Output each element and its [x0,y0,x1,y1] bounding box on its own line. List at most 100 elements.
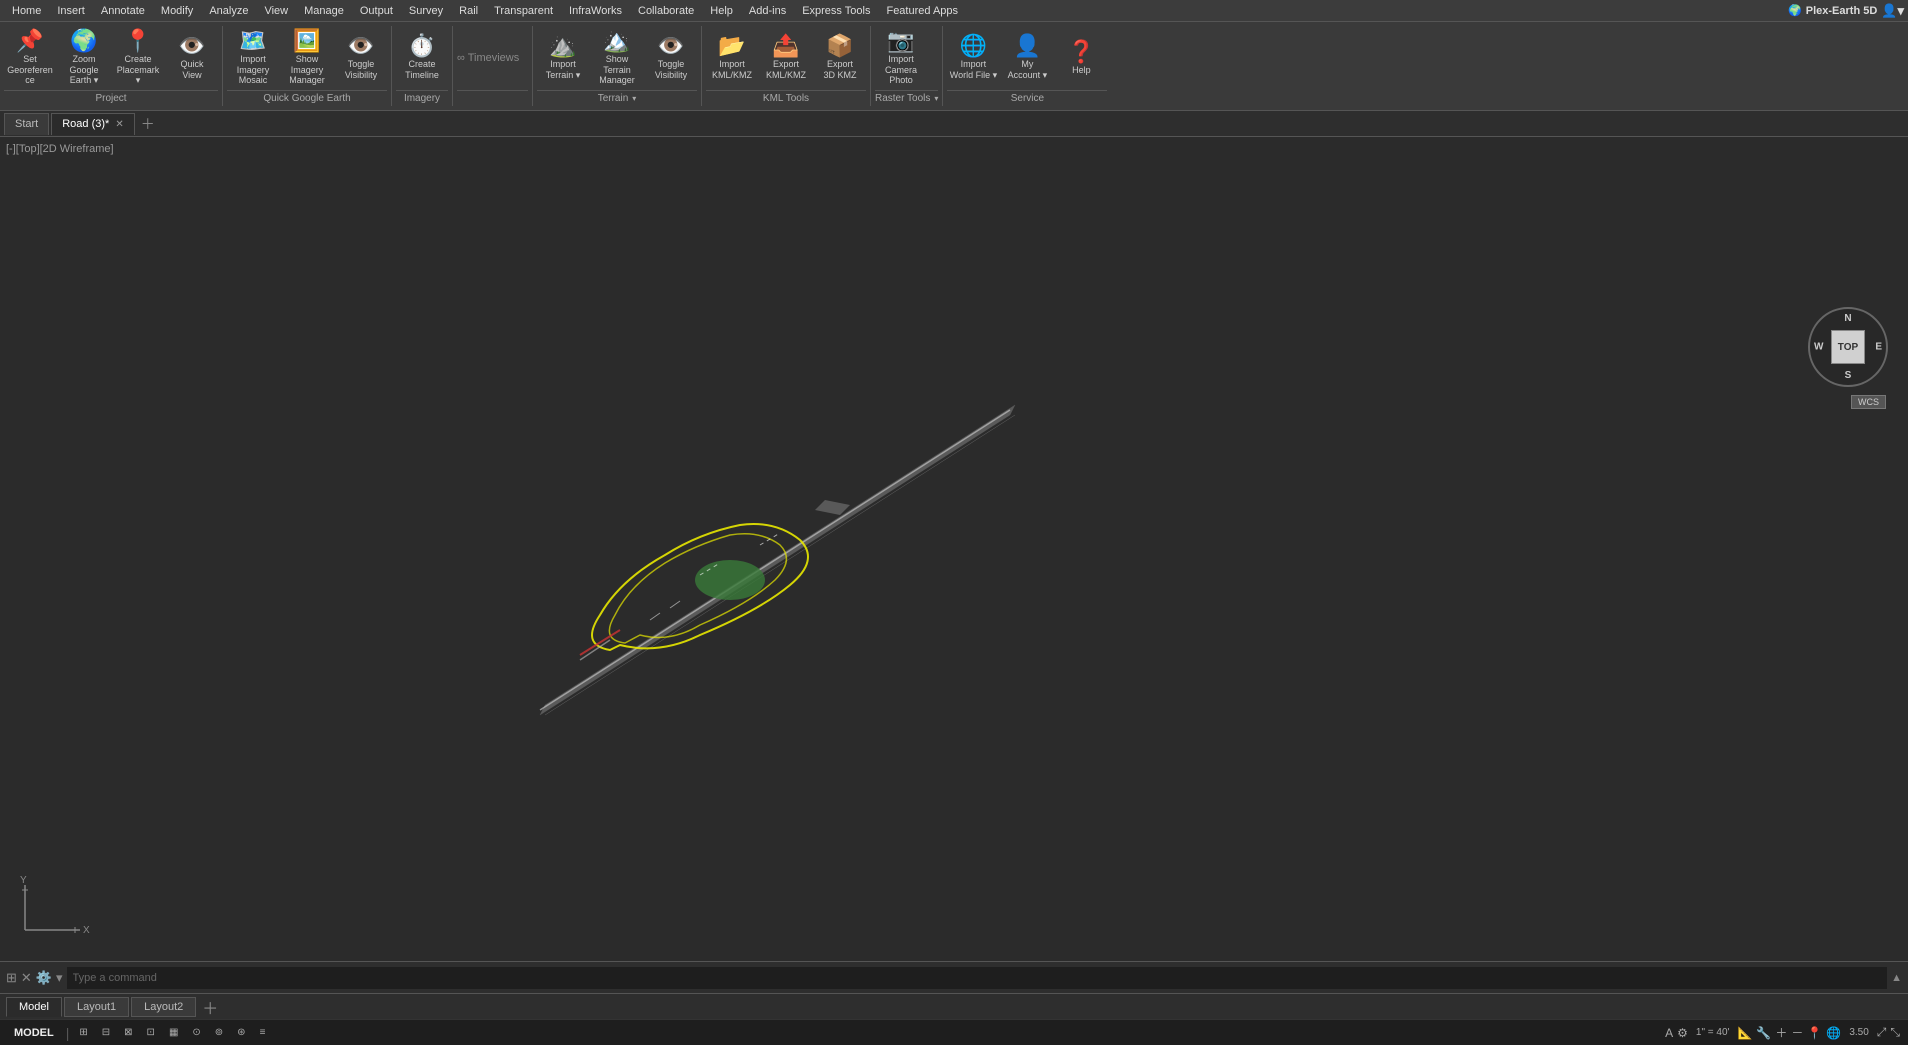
doc-tab-road3[interactable]: Road (3)* ✕ [51,113,134,135]
ribbon-group-project: 📌 SetGeoreference 🌍 ZoomGoogle Earth ▾ 📍… [0,26,223,106]
cmd-close-icon[interactable]: ✕ [21,970,32,986]
zoom-google-earth-icon: 🌍 [70,30,97,52]
menu-collaborate[interactable]: Collaborate [630,3,702,19]
status-osnap-btn[interactable]: ▦ [165,1027,182,1038]
terrain-text: Terrain [598,93,629,104]
menu-bar: Home Insert Annotate Modify Analyze View… [0,0,1908,22]
menu-home[interactable]: Home [4,3,49,19]
export-kml-button[interactable]: 📤 ExportKML/KMZ [760,26,812,90]
terrain-dropdown-arrow[interactable]: ▾ [632,94,636,103]
menu-rail[interactable]: Rail [451,3,486,19]
menu-featuredapps[interactable]: Featured Apps [878,3,966,19]
status-ortho-btn[interactable]: ⊠ [120,1027,136,1038]
menu-annotate[interactable]: Annotate [93,3,153,19]
toggle-vis-icon: 👁️ [347,35,374,57]
import-camera-photo-button[interactable]: 📷 ImportCamera Photo [875,26,927,90]
google-earth-buttons: 🗺️ Import ImageryMosaic 🖼️ Show ImageryM… [227,26,387,90]
wcs-button[interactable]: WCS [1851,395,1886,409]
import-imagery-mosaic-button[interactable]: 🗺️ Import ImageryMosaic [227,26,279,90]
import-terrain-icon: ⛰️ [549,35,576,57]
status-annotation-icon[interactable]: A [1665,1026,1673,1040]
layout-tab-layout2[interactable]: Layout2 [131,997,196,1017]
app-brand-icon: 🌍 [1788,4,1802,17]
status-extra-btn[interactable]: ≡ [256,1027,270,1038]
svg-text:X: X [83,925,90,936]
toggle-visibility-button[interactable]: 👁️ ToggleVisibility [335,26,387,90]
menu-modify[interactable]: Modify [153,3,201,19]
ribbon-group-imagery: ⏱️ CreateTimeline Imagery [392,26,453,106]
menu-manage[interactable]: Manage [296,3,352,19]
status-collapse-icon[interactable]: ⤡ [1890,1025,1900,1040]
viewport-label: [-][Top][2D Wireframe] [6,143,114,155]
import-terrain-button[interactable]: ⛰️ ImportTerrain ▾ [537,26,589,90]
help-button[interactable]: ❓ Help [1055,26,1107,90]
user-icon: 👤▾ [1881,3,1904,19]
my-account-button[interactable]: 👤 MyAccount ▾ [1001,26,1053,90]
status-linewidth-btn[interactable]: ⊛ [233,1027,249,1038]
create-timeline-button[interactable]: ⏱️ CreateTimeline [396,26,448,90]
menu-insert[interactable]: Insert [49,3,93,19]
raster-dropdown-arrow[interactable]: ▾ [934,94,938,103]
export-3d-label: Export3D KMZ [823,59,856,81]
menu-output[interactable]: Output [352,3,401,19]
status-add-icon[interactable]: ＋ [1775,1024,1787,1041]
compass[interactable]: N S E W TOP [1808,307,1888,387]
layout-tab-layout1[interactable]: Layout1 [64,997,129,1017]
status-units-icon[interactable]: 📐 [1737,1026,1752,1040]
status-world-icon[interactable]: 🌐 [1826,1026,1841,1040]
set-georeference-button[interactable]: 📌 SetGeoreference [4,26,56,90]
doc-tab-close-road3[interactable]: ✕ [115,119,123,130]
show-terrain-manager-button[interactable]: 🏔️ Show TerrainManager [591,26,643,90]
quick-view-button[interactable]: 👁️ QuickView [166,26,218,90]
cmd-icon-1[interactable]: ⊞ [6,970,17,986]
status-value-label: 3.50 [1845,1027,1872,1038]
zoom-google-earth-button[interactable]: 🌍 ZoomGoogle Earth ▾ [58,26,110,90]
road3-tab-label: Road (3)* [62,118,109,130]
svg-text:Y: Y [20,875,27,886]
export-3d-kmz-button[interactable]: 📦 Export3D KMZ [814,26,866,90]
doc-tab-start[interactable]: Start [4,113,49,135]
menu-addins[interactable]: Add-ins [741,3,794,19]
menu-analyze[interactable]: Analyze [201,3,256,19]
status-expand-icon[interactable]: ⤢ [1877,1025,1887,1040]
show-imagery-manager-button[interactable]: 🖼️ Show ImageryManager [281,26,333,90]
status-polar-btn[interactable]: ⊡ [143,1027,159,1038]
menu-view[interactable]: View [256,3,296,19]
menu-expresstools[interactable]: Express Tools [794,3,878,19]
new-layout-button[interactable]: ＋ [198,995,222,1019]
menu-help[interactable]: Help [702,3,741,19]
status-dynin-btn[interactable]: ⊚ [211,1027,227,1038]
world-file-label: ImportWorld File ▾ [950,59,997,81]
status-snap-btn[interactable]: ⊟ [98,1027,114,1038]
compass-top-button[interactable]: TOP [1831,330,1865,364]
cmd-settings-icon[interactable]: ⚙️ [36,970,52,986]
import-kml-icon: 📂 [718,35,745,57]
layout-tab-model[interactable]: Model [6,997,62,1017]
menu-infraworks[interactable]: InfraWorks [561,3,630,19]
export-kml-label: ExportKML/KMZ [766,59,806,81]
menu-transparent[interactable]: Transparent [486,3,561,19]
ribbon-group-raster: 📷 ImportCamera Photo Raster Tools ▾ [871,26,943,106]
cmd-list-icon[interactable]: ▾ [56,970,63,986]
create-placemark-button[interactable]: 📍 CreatePlacemark ▾ [112,26,164,90]
import-world-file-button[interactable]: 🌐 ImportWorld File ▾ [947,26,999,90]
placemark-label: CreatePlacemark ▾ [114,54,162,86]
ribbon-group-service: 🌐 ImportWorld File ▾ 👤 MyAccount ▾ ❓ Hel… [943,26,1111,106]
axis-svg: Y X [10,875,90,940]
status-workspace-icon[interactable]: ⚙ [1677,1026,1688,1040]
menu-survey[interactable]: Survey [401,3,451,19]
new-tab-button[interactable]: ＋ [137,114,159,134]
import-kml-button[interactable]: 📂 ImportKML/KMZ [706,26,758,90]
timeline-label: CreateTimeline [405,59,439,81]
compass-west: W [1814,342,1823,353]
status-properties-icon[interactable]: 🔧 [1756,1026,1771,1040]
toggle-terrain-visibility-button[interactable]: 👁️ ToggleVisibility [645,26,697,90]
camera-label: ImportCamera Photo [877,54,925,86]
terrain-vis-icon: 👁️ [657,35,684,57]
status-grid-btn[interactable]: ⊞ [75,1027,91,1038]
status-loc-icon[interactable]: 📍 [1807,1026,1822,1040]
cmd-arrow-up[interactable]: ▲ [1891,972,1902,984]
command-input[interactable] [67,967,1888,989]
status-minus-icon[interactable]: － [1791,1024,1803,1041]
status-otrack-btn[interactable]: ⊙ [188,1027,204,1038]
